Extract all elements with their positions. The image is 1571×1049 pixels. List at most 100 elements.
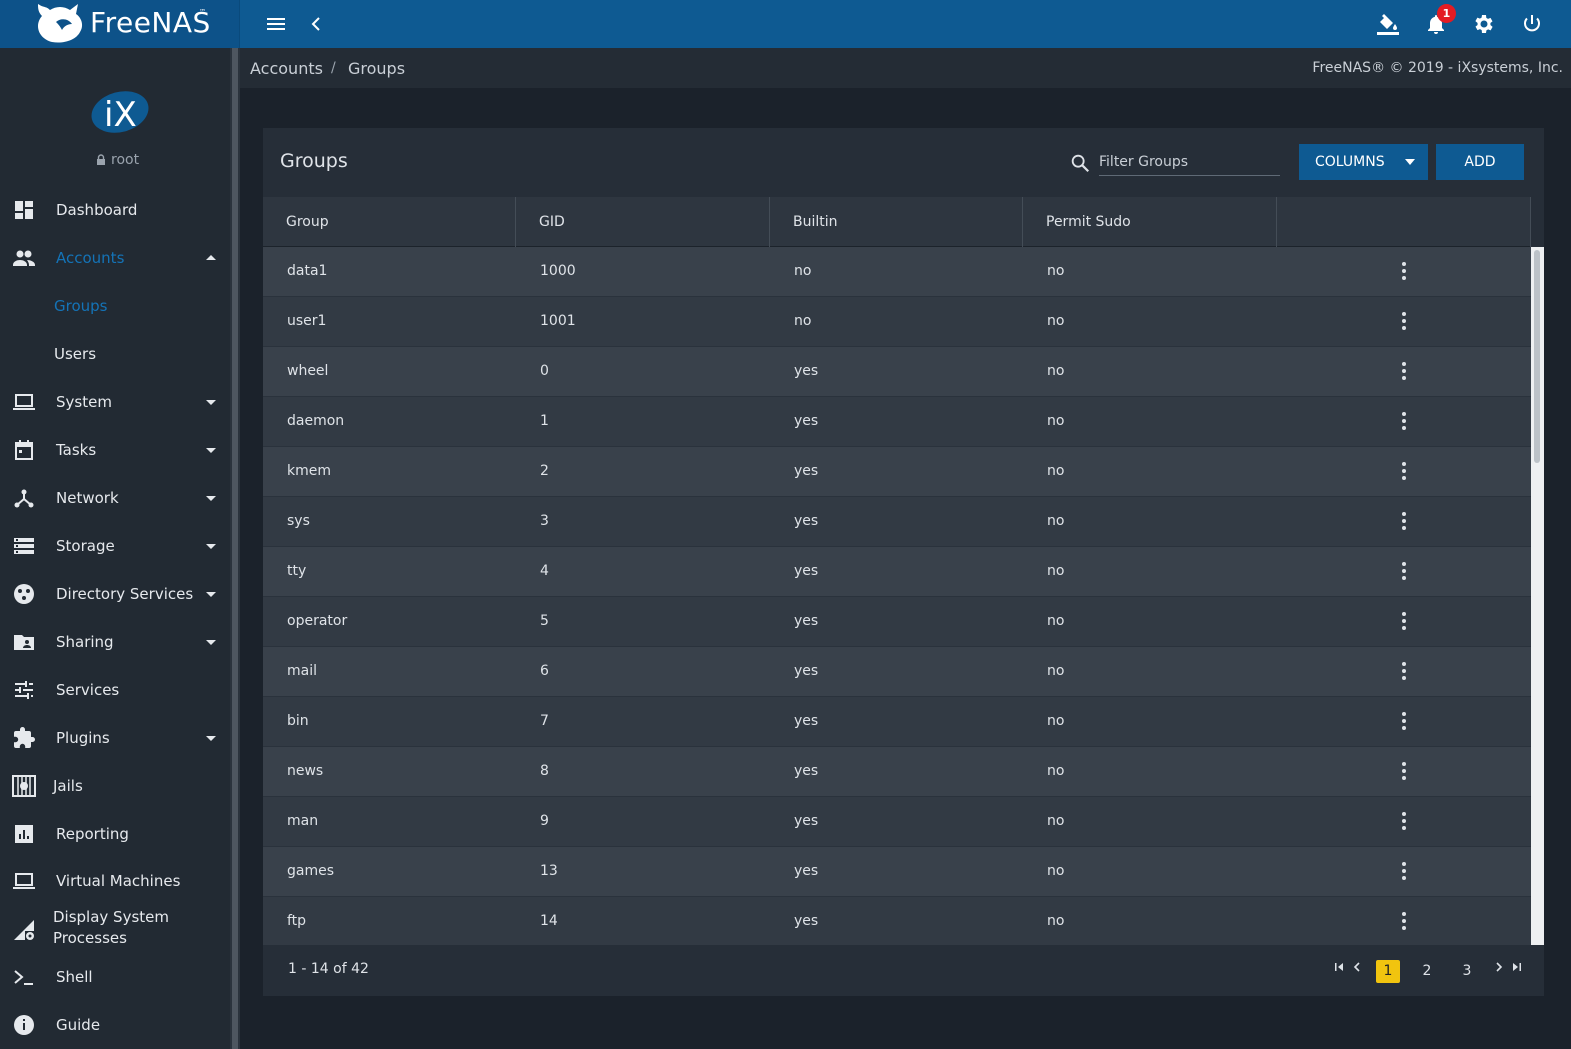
table-row[interactable]: tty 4 yes no bbox=[263, 547, 1531, 597]
cell-builtin: yes bbox=[794, 363, 819, 379]
collapse-sidebar-button[interactable] bbox=[304, 12, 328, 36]
copyright-text: FreeNAS® © 2019 - iXsystems, Inc. bbox=[1312, 60, 1563, 76]
more-vert-icon[interactable] bbox=[1394, 760, 1414, 782]
sidebar-scrollbar-thumb[interactable] bbox=[232, 48, 238, 1049]
sidebar-item-directory-services[interactable]: Directory Services bbox=[0, 570, 230, 618]
table-row[interactable]: operator 5 yes no bbox=[263, 597, 1531, 647]
theme-button[interactable] bbox=[1376, 12, 1400, 36]
caret-down-icon bbox=[206, 496, 216, 501]
breadcrumb-accounts-link[interactable]: Accounts bbox=[250, 59, 323, 78]
table-row[interactable]: user1 1001 no no bbox=[263, 297, 1531, 347]
breadcrumb: Accounts / Groups FreeNAS® © 2019 - iXsy… bbox=[240, 48, 1571, 88]
sidebar-item-tasks[interactable]: Tasks bbox=[0, 426, 230, 474]
storage-icon bbox=[12, 534, 36, 558]
processes-icon bbox=[12, 918, 36, 942]
menu-toggle-button[interactable] bbox=[264, 12, 288, 36]
more-vert-icon[interactable] bbox=[1394, 410, 1414, 432]
sidebar-item-shell[interactable]: Shell bbox=[0, 953, 230, 1001]
cell-group: kmem bbox=[287, 463, 331, 479]
sidebar-item-dashboard[interactable]: Dashboard bbox=[0, 186, 230, 234]
caret-up-icon bbox=[206, 255, 216, 260]
table-row[interactable]: bin 7 yes no bbox=[263, 697, 1531, 747]
sidebar-item-plugins[interactable]: Plugins bbox=[0, 714, 230, 762]
sidebar-item-system[interactable]: System bbox=[0, 378, 230, 426]
more-vert-icon[interactable] bbox=[1394, 360, 1414, 382]
sidebar-item-label: Guide bbox=[56, 1016, 101, 1034]
network-icon bbox=[12, 486, 36, 510]
filter-groups-input[interactable] bbox=[1099, 148, 1280, 176]
power-icon bbox=[1524, 15, 1540, 32]
column-header-permit-sudo[interactable]: Permit Sudo bbox=[1023, 197, 1277, 247]
table-scrollbar-thumb[interactable] bbox=[1534, 250, 1540, 463]
cell-group: tty bbox=[287, 563, 307, 579]
table-row[interactable]: mail 6 yes no bbox=[263, 647, 1531, 697]
page-2-button[interactable]: 2 bbox=[1415, 960, 1439, 983]
sidebar-item-label: Groups bbox=[54, 297, 108, 315]
table-scrollbar[interactable] bbox=[1531, 247, 1544, 945]
settings-button[interactable] bbox=[1472, 12, 1496, 36]
sidebar-item-label: Plugins bbox=[56, 729, 110, 747]
sidebar-item-label: Services bbox=[56, 681, 120, 699]
cell-group: games bbox=[287, 863, 335, 879]
cell-permit-sudo: no bbox=[1047, 813, 1065, 829]
sidebar-scrollbar[interactable] bbox=[230, 48, 240, 1049]
gear-icon bbox=[1475, 15, 1493, 33]
power-button[interactable] bbox=[1520, 12, 1544, 36]
table-row[interactable]: news 8 yes no bbox=[263, 747, 1531, 797]
table-row[interactable]: man 9 yes no bbox=[263, 797, 1531, 847]
more-vert-icon[interactable] bbox=[1394, 460, 1414, 482]
more-vert-icon[interactable] bbox=[1394, 860, 1414, 882]
table-row[interactable]: games 13 yes no bbox=[263, 847, 1531, 897]
more-vert-icon[interactable] bbox=[1394, 610, 1414, 632]
cell-builtin: yes bbox=[794, 913, 819, 929]
next-page-icon[interactable] bbox=[1494, 962, 1504, 972]
sidebar-item-storage[interactable]: Storage bbox=[0, 522, 230, 570]
page-1-button[interactable]: 1 bbox=[1376, 960, 1400, 983]
cell-gid: 6 bbox=[540, 663, 549, 679]
sidebar-item-accounts[interactable]: Accounts bbox=[0, 234, 230, 282]
dashboard-icon bbox=[12, 198, 36, 222]
add-button-label: ADD bbox=[1464, 154, 1496, 170]
cell-builtin: yes bbox=[794, 513, 819, 529]
table-row[interactable]: sys 3 yes no bbox=[263, 497, 1531, 547]
more-vert-icon[interactable] bbox=[1394, 560, 1414, 582]
table-row[interactable]: wheel 0 yes no bbox=[263, 347, 1531, 397]
sidebar-item-jails[interactable]: Jails bbox=[0, 762, 230, 810]
sidebar-item-reporting[interactable]: Reporting bbox=[0, 810, 230, 858]
table-row[interactable]: data1 1000 no no bbox=[263, 247, 1531, 297]
more-vert-icon[interactable] bbox=[1394, 310, 1414, 332]
cell-group: mail bbox=[287, 663, 317, 679]
table-row[interactable]: ftp 14 yes no bbox=[263, 897, 1531, 945]
more-vert-icon[interactable] bbox=[1394, 510, 1414, 532]
brand-area: FreeNAS ™ bbox=[0, 0, 240, 48]
more-vert-icon[interactable] bbox=[1394, 260, 1414, 282]
column-header-gid[interactable]: GID bbox=[516, 197, 770, 247]
sidebar-item-network[interactable]: Network bbox=[0, 474, 230, 522]
more-vert-icon[interactable] bbox=[1394, 810, 1414, 832]
caret-down-icon bbox=[206, 592, 216, 597]
previous-page-icon[interactable] bbox=[1352, 962, 1362, 972]
more-vert-icon[interactable] bbox=[1394, 710, 1414, 732]
column-header-builtin[interactable]: Builtin bbox=[770, 197, 1023, 247]
sidebar-item-guide[interactable]: Guide bbox=[0, 1001, 230, 1049]
table-row[interactable]: daemon 1 yes no bbox=[263, 397, 1531, 447]
sidebar-item-services[interactable]: Services bbox=[0, 666, 230, 714]
more-vert-icon[interactable] bbox=[1394, 910, 1414, 932]
more-vert-icon[interactable] bbox=[1394, 660, 1414, 682]
columns-button[interactable]: COLUMNS bbox=[1299, 144, 1428, 180]
sidebar-item-groups[interactable]: Groups bbox=[0, 282, 230, 330]
add-group-button[interactable]: ADD bbox=[1436, 144, 1524, 180]
column-header-group[interactable]: Group bbox=[263, 197, 516, 247]
sidebar-item-virtual-machines[interactable]: Virtual Machines bbox=[0, 857, 230, 905]
table-row[interactable]: kmem 2 yes no bbox=[263, 447, 1531, 497]
top-toolbar: FreeNAS ™ 1 bbox=[0, 0, 1571, 48]
cell-gid: 4 bbox=[540, 563, 549, 579]
last-page-icon[interactable] bbox=[1512, 962, 1522, 972]
sidebar-item-users[interactable]: Users bbox=[0, 330, 230, 378]
sidebar-item-display-system-processes[interactable]: Display System Processes bbox=[0, 904, 230, 954]
page-3-button[interactable]: 3 bbox=[1455, 960, 1479, 983]
first-page-icon[interactable] bbox=[1334, 962, 1344, 972]
sidebar-item-sharing[interactable]: Sharing bbox=[0, 618, 230, 666]
caret-down-icon bbox=[206, 400, 216, 405]
cell-permit-sudo: no bbox=[1047, 413, 1065, 429]
